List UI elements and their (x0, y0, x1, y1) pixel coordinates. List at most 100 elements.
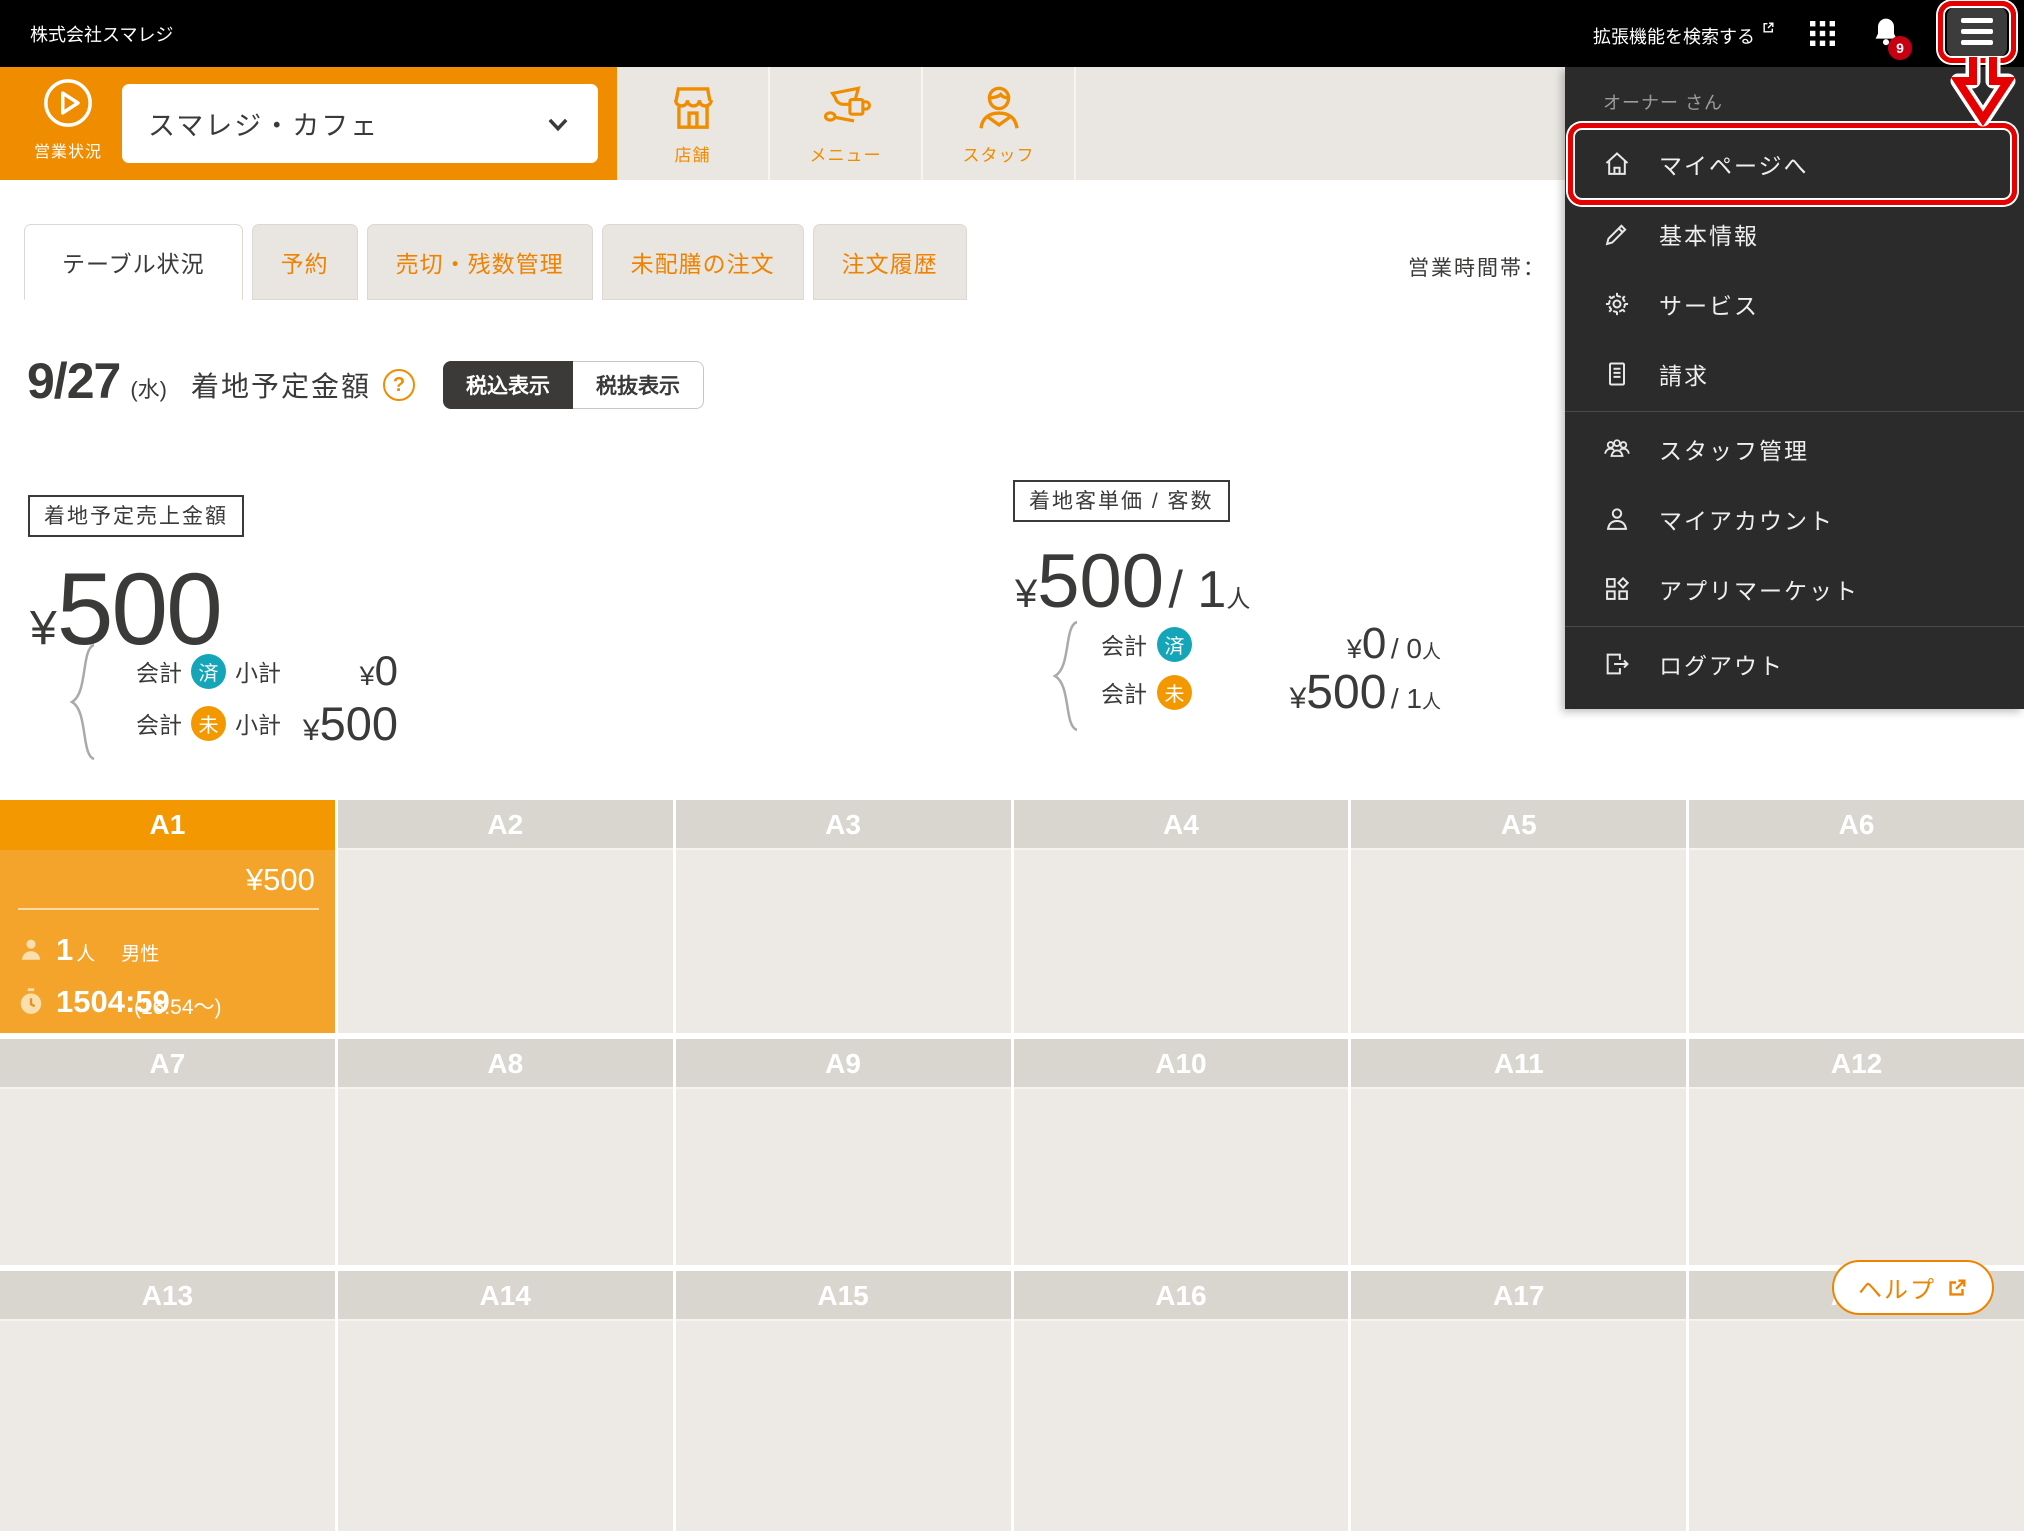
table-label: A3 (676, 800, 1011, 850)
table-label: A6 (1689, 800, 2024, 850)
tax-excluded-button[interactable]: 税抜表示 (573, 361, 704, 409)
table-cell[interactable]: A3 (676, 800, 1011, 1033)
clock-icon (18, 988, 44, 1016)
top-bar: 株式会社スマレジ 拡張機能を検索する 9 (0, 0, 2024, 67)
tab[interactable]: 売切・残数管理 (367, 224, 593, 300)
header-nav-button[interactable]: 店舗 (617, 67, 770, 180)
store-selector[interactable]: スマレジ・カフェ (122, 84, 598, 163)
table-cell[interactable]: A13 (0, 1271, 335, 1531)
guest-gender: 男性 (121, 939, 159, 966)
table-guests: 1 人 男性 (18, 932, 319, 968)
menu-item[interactable]: 請求 (1565, 339, 2024, 409)
table-label: A5 (1351, 800, 1686, 850)
tab[interactable]: 予約 (252, 224, 358, 300)
table-cell[interactable]: A14 (338, 1271, 673, 1531)
menu-item[interactable]: マイページへ (1565, 129, 2024, 199)
brace-decoration (1051, 620, 1085, 732)
table-cell[interactable]: A15 (676, 1271, 1011, 1531)
table-elapsed-time: 1504:59 (16:54～) (18, 984, 319, 1020)
tax-included-button[interactable]: 税込表示 (443, 361, 573, 409)
tab[interactable]: テーブル状況 (24, 224, 243, 300)
external-link-icon (1946, 1277, 1968, 1299)
extension-search-link[interactable]: 拡張機能を検索する (1593, 23, 1775, 49)
brace-decoration (68, 643, 102, 761)
menu-item[interactable]: サービス (1565, 269, 2024, 339)
forecast-sales-label: 着地予定売上金額 (28, 495, 244, 537)
menu-item[interactable]: スタッフ管理 (1565, 414, 2024, 484)
help-question-icon[interactable]: ? (383, 369, 415, 401)
apps-grid-icon[interactable] (1809, 20, 1836, 47)
forecast-header: 9/27 (水) 着地予定金額 ? 税込表示 税抜表示 (27, 352, 704, 410)
table-cell[interactable]: A8 (338, 1039, 673, 1265)
notification-count-badge: 9 (1888, 36, 1912, 60)
forecast-title: 着地予定金額 (191, 365, 371, 405)
table-cell[interactable]: A7 (0, 1039, 335, 1265)
menu-item-label: サービス (1659, 287, 1759, 321)
help-button[interactable]: ヘルプ (1832, 1260, 1994, 1315)
per-customer-value: ¥500 / 1人 (1290, 665, 1441, 720)
per-customer-label: 着地客単価 / 客数 (1013, 480, 1230, 522)
table-label: A2 (338, 800, 673, 850)
table-cell[interactable]: A6 (1689, 800, 2024, 1033)
table-cell[interactable]: A5 (1351, 800, 1686, 1033)
header-nav-label: スタッフ (963, 141, 1035, 166)
menu-divider (1565, 626, 2024, 627)
table-cell[interactable]: A9 (676, 1039, 1011, 1265)
table-cell[interactable]: A10 (1014, 1039, 1349, 1265)
table-cell[interactable]: A16 (1014, 1271, 1349, 1531)
table-label: A4 (1014, 800, 1349, 850)
pencil-icon (1603, 219, 1633, 249)
store-icon (666, 81, 720, 140)
header-nav-button[interactable]: スタッフ (923, 67, 1076, 180)
table-cell[interactable]: A4 (1014, 800, 1349, 1033)
business-status-label: 営業状況 (22, 138, 114, 162)
header-nav-button[interactable]: メニュー (770, 67, 923, 180)
menu-item-label: 請求 (1659, 357, 1709, 391)
subtotal-row: 会計 済 小計 ¥0 (136, 645, 398, 697)
status-badge: 未 (1157, 675, 1192, 710)
invoice-icon (1603, 359, 1633, 389)
business-hours-label: 営業時間帯： (1408, 252, 1546, 282)
person-icon (18, 937, 44, 963)
tab[interactable]: 未配膳の注文 (602, 224, 804, 300)
subtotal-row: 会計 未 小計 ¥500 (136, 697, 398, 749)
notification-bell-icon[interactable]: 9 (1870, 14, 1904, 54)
staff-manage-icon (1603, 434, 1633, 464)
company-name: 株式会社スマレジ (30, 21, 173, 47)
menu-item[interactable]: 基本情報 (1565, 199, 2024, 269)
table-cell[interactable]: A2 (338, 800, 673, 1033)
menu-user-name: オーナー さん (1565, 83, 2024, 129)
menu-item-label: アプリマーケット (1659, 572, 1859, 606)
menu-item-label: ログアウト (1659, 647, 1784, 681)
tab[interactable]: 注文履歴 (813, 224, 967, 300)
table-cell-occupied[interactable]: A1 ¥500 1 人 男性 1504:59 (16:54～) (0, 800, 335, 1033)
menu-item[interactable]: ログアウト (1565, 629, 2024, 699)
status-badge: 未 (191, 706, 226, 741)
header-nav-label: メニュー (810, 141, 882, 166)
table-label: A15 (676, 1271, 1011, 1321)
app-market-icon (1603, 574, 1633, 604)
per-customer-row: 会計 未 ¥500 / 1人 (1101, 668, 1441, 716)
home-icon (1603, 149, 1633, 179)
subtotal-value: ¥500 (303, 696, 398, 751)
per-customer-value: ¥0 / 0人 (1347, 619, 1441, 669)
store-selector-value: スマレジ・カフェ (148, 104, 544, 143)
table-cell[interactable]: A11 (1351, 1039, 1686, 1265)
external-link-icon (1762, 21, 1775, 34)
hamburger-menu-button[interactable] (1947, 7, 2007, 57)
status-badge: 済 (1157, 627, 1192, 662)
menu-item[interactable]: マイアカウント (1565, 484, 2024, 554)
table-label: A9 (676, 1039, 1011, 1089)
account-icon (1603, 504, 1633, 534)
table-label: A8 (338, 1039, 673, 1089)
table-cell[interactable]: A12 (1689, 1039, 2024, 1265)
table-label: A1 (0, 800, 335, 850)
business-status-indicator[interactable]: 営業状況 (22, 75, 114, 162)
table-amount: ¥500 (18, 862, 319, 898)
subtotal-value: ¥0 (360, 647, 398, 695)
table-label: A7 (0, 1039, 335, 1089)
menu-item[interactable]: アプリマーケット (1565, 554, 2024, 624)
table-label: A12 (1689, 1039, 2024, 1089)
status-badge: 済 (191, 654, 226, 689)
table-cell[interactable]: A17 (1351, 1271, 1686, 1531)
